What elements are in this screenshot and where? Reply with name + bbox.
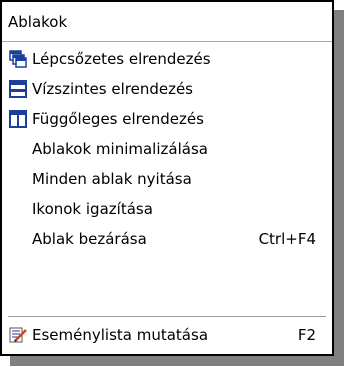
tile-vertical-icon — [9, 110, 27, 128]
menu-item-label: Ikonok igazítása — [32, 200, 153, 218]
menu-title: Ablakok — [2, 2, 332, 42]
menu-separator — [8, 316, 326, 318]
menu-shadow-bottom — [10, 356, 344, 366]
tile-horizontal-icon — [9, 80, 27, 98]
event-list-icon — [9, 327, 27, 343]
menu-item-minimize-all[interactable]: Ablakok minimalizálása — [2, 134, 332, 164]
menu-item-arrange-icons[interactable]: Ikonok igazítása — [2, 194, 332, 224]
menu-item-close-window[interactable]: Ablak bezárása Ctrl+F4 — [2, 224, 332, 254]
menu-item-tile-horizontal[interactable]: Vízszintes elrendezés — [2, 74, 332, 104]
menu-item-label: Ablakok minimalizálása — [32, 140, 208, 158]
menu-shadow-right — [334, 10, 344, 366]
menu-item-tile-vertical[interactable]: Függőleges elrendezés — [2, 104, 332, 134]
menu-item-label: Minden ablak nyitása — [32, 170, 192, 188]
menu-item-shortcut: F2 — [297, 326, 316, 344]
windows-menu: Ablakok Lépcsőzetes elrendezés Vízszinte… — [0, 0, 334, 356]
menu-item-shortcut: Ctrl+F4 — [258, 230, 316, 248]
menu-item-label: Lépcsőzetes elrendezés — [32, 50, 211, 68]
menu-item-cascade[interactable]: Lépcsőzetes elrendezés — [2, 44, 332, 74]
cascade-windows-icon — [9, 50, 27, 68]
menu-item-label: Eseménylista mutatása — [32, 326, 209, 344]
menu-item-open-all[interactable]: Minden ablak nyitása — [2, 164, 332, 194]
menu-item-label: Ablak bezárása — [32, 230, 147, 248]
menu-item-label: Vízszintes elrendezés — [32, 80, 193, 98]
menu-item-label: Függőleges elrendezés — [32, 110, 204, 128]
menu-item-event-list[interactable]: Eseménylista mutatása F2 — [2, 320, 332, 350]
